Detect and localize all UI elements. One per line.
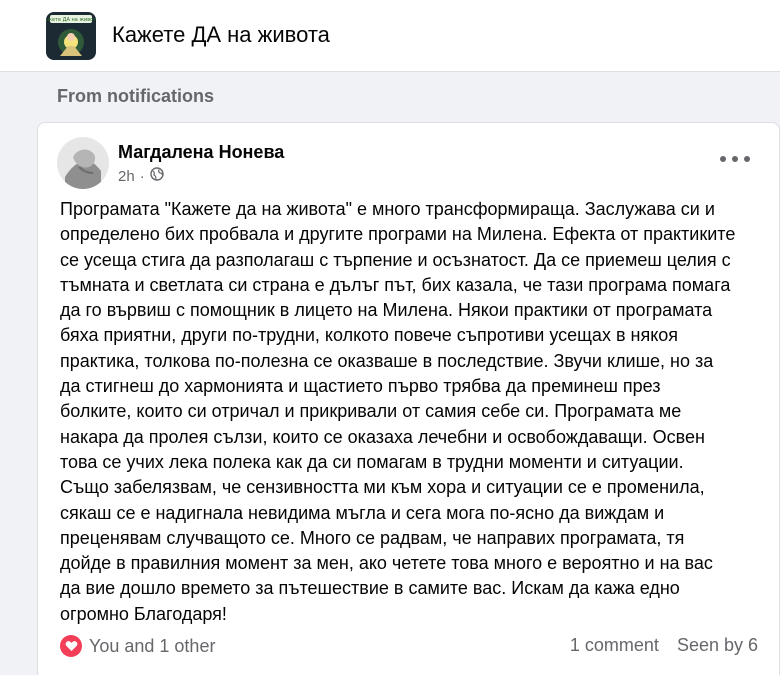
comments-count[interactable]: 1 comment — [570, 635, 659, 656]
post-author[interactable]: Магдалена Нонева — [118, 142, 284, 163]
more-options-button[interactable] — [720, 150, 750, 168]
group-header: Кажете ДА на живота! Кажете ДА на живота — [0, 0, 780, 72]
dot-icon — [732, 156, 738, 162]
heart-icon — [60, 635, 82, 657]
svg-text:Кажете ДА на живота!: Кажете ДА на живота! — [46, 17, 96, 23]
reactions-text: You and 1 other — [89, 635, 216, 656]
post-footer: You and 1 other 1 comment Seen by 6 — [60, 631, 758, 663]
post-stats: 1 comment Seen by 6 — [570, 635, 758, 656]
avatar[interactable] — [57, 137, 109, 189]
reactions-summary[interactable]: You and 1 other — [60, 635, 215, 657]
dot-separator: · — [139, 167, 145, 185]
public-globe-icon[interactable] — [149, 167, 164, 185]
seen-by-count[interactable]: Seen by 6 — [677, 635, 758, 656]
post-time[interactable]: 2h — [118, 168, 135, 185]
dot-icon — [720, 156, 726, 162]
post-meta: 2h · — [118, 167, 164, 185]
dot-icon — [744, 156, 750, 162]
group-title[interactable]: Кажете ДА на живота — [112, 22, 330, 48]
context-label: From notifications — [57, 86, 214, 106]
post-card: Магдалена Нонева 2h · Програмата "Кажете… — [37, 122, 780, 675]
post-text: Програмата "Кажете да на живота" е много… — [60, 199, 736, 624]
group-logo[interactable]: Кажете ДА на живота! — [46, 12, 96, 60]
